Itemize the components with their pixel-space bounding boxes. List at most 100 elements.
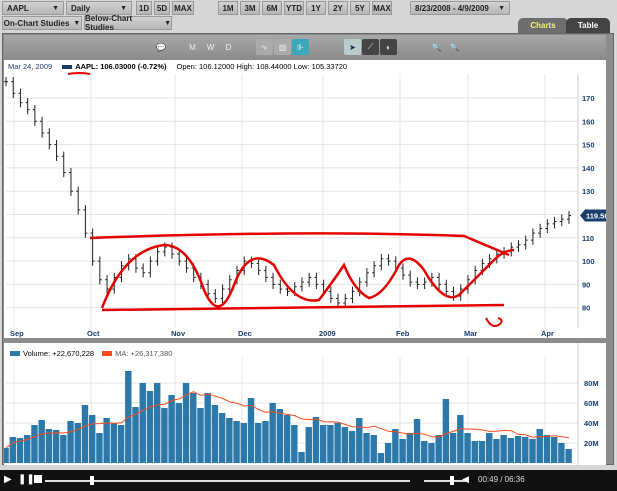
stop-icon[interactable] xyxy=(34,475,42,483)
date-range-select[interactable]: 8/23/2008 - 4/9/2009 ▼ xyxy=(410,1,510,15)
volume-bar xyxy=(334,423,341,463)
volume-bar xyxy=(161,408,168,463)
x-tick-label: Mar xyxy=(464,329,477,338)
ohlc-bar xyxy=(271,272,276,290)
ohlc-bar xyxy=(400,263,405,280)
ohlc-bar xyxy=(343,293,348,308)
annotation-underline xyxy=(67,72,91,75)
volume-bar xyxy=(226,418,233,463)
ohlc-bar xyxy=(220,284,225,304)
seek-handle[interactable] xyxy=(90,476,94,485)
daily-button[interactable]: D xyxy=(220,39,237,55)
range-button-6m[interactable]: 6M xyxy=(262,1,282,15)
tab-table[interactable]: Table xyxy=(566,18,610,33)
ohl-values: Open: 106.12000 High: 108.44000 Low: 105… xyxy=(176,62,348,71)
erase-icon[interactable]: ◐ xyxy=(380,39,397,55)
volume-bar xyxy=(319,425,327,463)
x-tick-label: Oct xyxy=(87,329,100,338)
volume-bar xyxy=(81,405,89,463)
range-button-max[interactable]: MAX xyxy=(372,1,392,15)
price-chart[interactable]: 8090100110120130140150160170SepOctNovDec… xyxy=(4,60,617,338)
ohlc-bar xyxy=(437,272,442,290)
chevron-down-icon: ▼ xyxy=(498,4,505,12)
weekly-button[interactable]: W xyxy=(202,39,219,55)
ohlc-bar xyxy=(422,277,427,290)
y-tick-label: 90 xyxy=(582,280,590,289)
volume-legend: Volume: +22,670,228 xyxy=(23,349,95,358)
seek-bar[interactable] xyxy=(45,480,410,482)
ohlc-bar xyxy=(141,263,146,278)
annotation-rectangle xyxy=(89,232,510,312)
range-button-5y[interactable]: 5Y xyxy=(350,1,370,15)
range-button-1d[interactable]: 1D xyxy=(136,1,152,15)
on-chart-studies-button[interactable]: On-Chart Studies ▼ xyxy=(2,16,82,30)
volume-swatch xyxy=(10,351,20,356)
ohlc-bar xyxy=(40,116,45,138)
line-chart-icon[interactable]: ∿ xyxy=(256,39,273,55)
y-tick-label: 110 xyxy=(582,234,594,243)
volume-bar xyxy=(153,383,161,463)
volume-bar xyxy=(9,437,17,463)
range-button-1y[interactable]: 1Y xyxy=(306,1,326,15)
symbol-value: AAPL: 106.03000 (-0.72%) xyxy=(75,62,167,71)
pointer-icon[interactable]: ➤ xyxy=(344,39,361,55)
ohlc-bar xyxy=(213,289,218,304)
tab-charts[interactable]: Charts xyxy=(518,18,568,33)
interval-select[interactable]: Daily ▼ xyxy=(66,1,132,15)
volume-bar xyxy=(428,443,435,463)
volume-bar xyxy=(413,419,421,463)
candlestick-icon[interactable]: ▥ xyxy=(274,39,291,55)
below-chart-studies-button[interactable]: Below-Chart Studies ▼ xyxy=(84,14,172,32)
volume-handle[interactable] xyxy=(450,476,454,485)
play-icon[interactable]: ▶ xyxy=(4,474,12,485)
volume-bar xyxy=(356,418,363,463)
chevron-down-icon: ▼ xyxy=(120,4,127,12)
volume-chart[interactable]: 20M 40M 60M 80M xyxy=(2,343,606,465)
y-tick-label: 170 xyxy=(582,94,595,103)
volume-bar xyxy=(392,429,399,463)
monthly-button[interactable]: M xyxy=(184,39,201,55)
volume-bar xyxy=(514,436,522,463)
volume-bar xyxy=(52,430,60,463)
ohlc-bar xyxy=(11,77,16,98)
ohlc-bar xyxy=(530,228,535,245)
volume-bar xyxy=(255,423,262,463)
volume-bar xyxy=(2,448,9,463)
ohlc-bar xyxy=(32,104,37,126)
ohlc-icon[interactable]: ⊪ xyxy=(292,39,309,55)
ohlc-bar xyxy=(61,151,66,178)
ohlc-bar xyxy=(559,214,564,227)
y-tick-label: 20M xyxy=(584,439,599,448)
range-button-2y[interactable]: 2Y xyxy=(328,1,348,15)
range-button-max[interactable]: MAX xyxy=(172,1,194,15)
volume-bar xyxy=(103,418,110,463)
pause-icon[interactable]: ❚❚ xyxy=(18,474,35,485)
volume-slider[interactable] xyxy=(424,480,466,482)
x-tick-label: 2009 xyxy=(319,329,336,338)
comment-icon[interactable]: 💬 xyxy=(150,39,172,55)
ohlc-bar xyxy=(415,277,420,290)
volume-bar xyxy=(478,441,486,463)
symbol-select[interactable]: AAPL ▼ xyxy=(2,1,64,15)
x-tick-label: Nov xyxy=(171,329,186,338)
range-button-ytd[interactable]: YTD xyxy=(284,1,304,15)
volume-bar xyxy=(291,425,298,463)
speaker-icon[interactable]: ◀ xyxy=(462,474,469,485)
ohlc-bar xyxy=(263,265,268,283)
volume-bar xyxy=(60,435,67,463)
range-button-3m[interactable]: 3M xyxy=(240,1,260,15)
volume-bar xyxy=(38,420,45,463)
volume-bar xyxy=(175,403,183,463)
volume-bar xyxy=(327,425,334,463)
x-tick-label: Apr xyxy=(541,329,554,338)
volume-bar xyxy=(449,433,457,463)
ohlc-bar xyxy=(54,139,59,161)
volume-bar xyxy=(485,433,493,463)
volume-bar xyxy=(341,427,349,463)
trendline-icon[interactable]: ⟋ xyxy=(362,39,379,55)
zoom-in-icon[interactable]: 🔍 xyxy=(428,39,445,55)
zoom-out-icon[interactable]: 🔍 xyxy=(446,39,463,55)
ohlc-bar xyxy=(379,254,384,271)
range-button-1m[interactable]: 1M xyxy=(218,1,238,15)
range-button-5d[interactable]: 5D xyxy=(154,1,170,15)
